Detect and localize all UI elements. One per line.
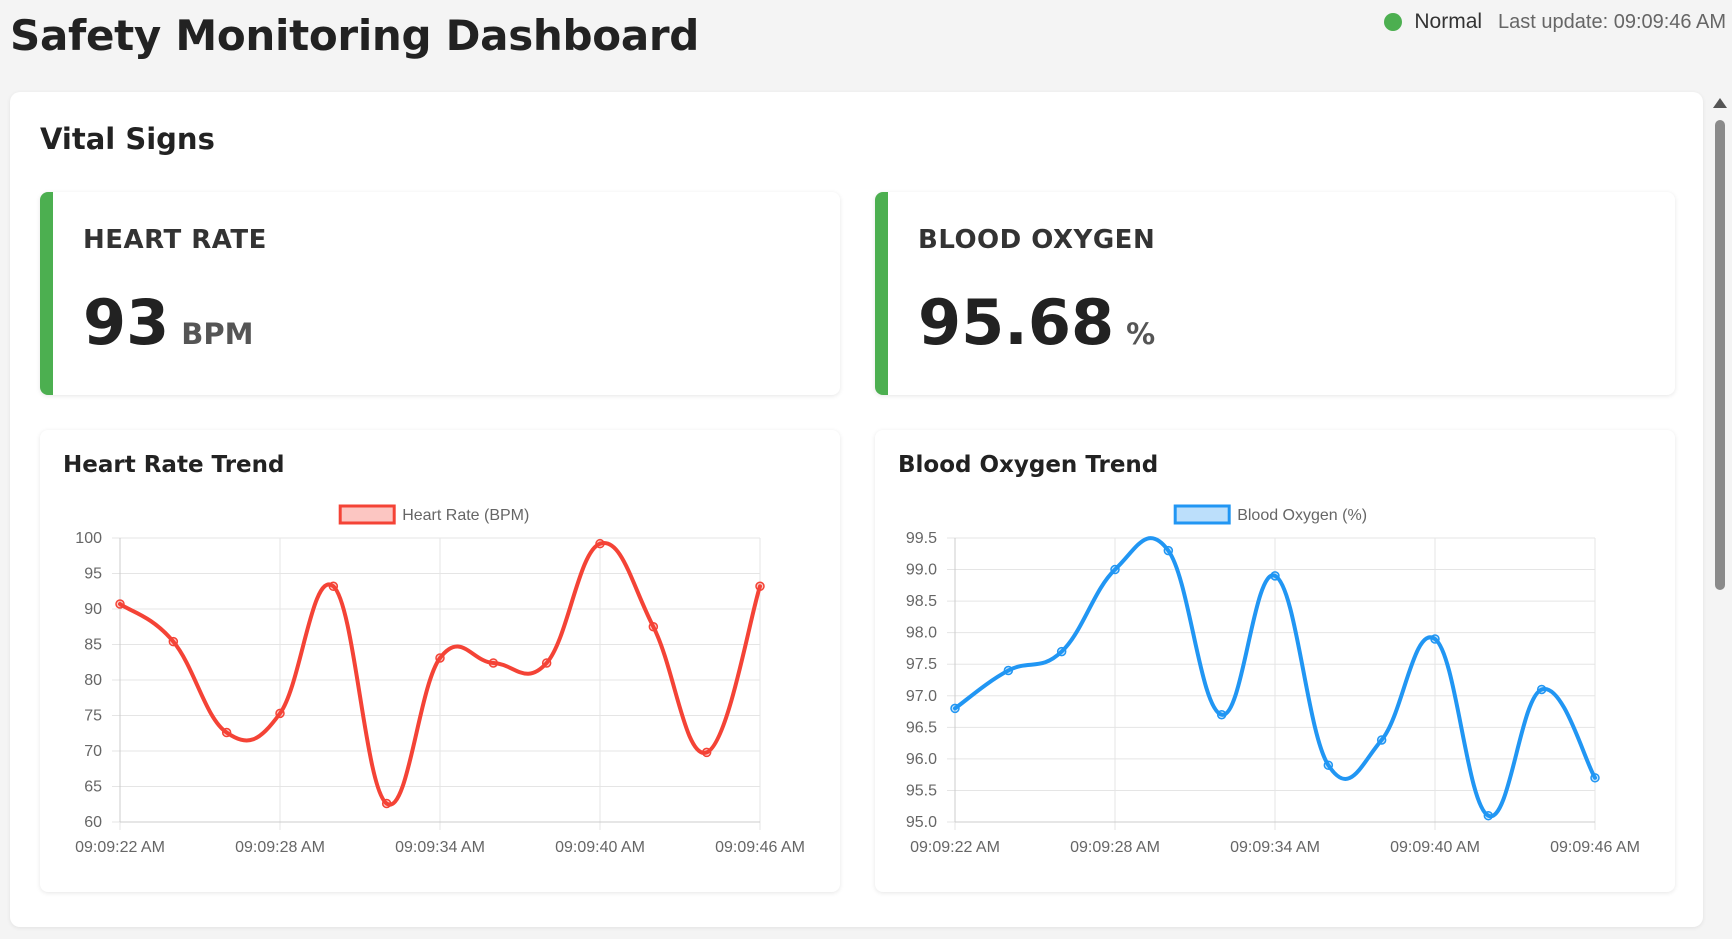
- y-tick-label: 95.0: [906, 814, 937, 831]
- blood-oxygen-value: 95.68: [918, 286, 1115, 359]
- y-tick-label: 85: [84, 637, 102, 654]
- blood-oxygen-unit: %: [1126, 317, 1156, 351]
- data-point[interactable]: [1536, 684, 1547, 695]
- data-point[interactable]: [381, 798, 392, 809]
- y-tick-label: 65: [84, 779, 102, 796]
- x-tick-label: 09:09:22 AM: [910, 839, 1000, 856]
- y-tick-label: 95: [84, 566, 102, 583]
- data-point[interactable]: [1590, 773, 1600, 783]
- y-tick-label: 75: [84, 708, 102, 725]
- last-update-timestamp: Last update: 09:09:46 AM: [1498, 10, 1726, 33]
- data-point[interactable]: [755, 581, 765, 592]
- x-tick-label: 09:09:34 AM: [1230, 839, 1320, 856]
- x-tick-label: 09:09:28 AM: [235, 839, 325, 856]
- y-tick-label: 100: [75, 530, 102, 547]
- y-tick-label: 70: [84, 743, 102, 760]
- data-point[interactable]: [595, 538, 605, 549]
- data-point[interactable]: [168, 636, 179, 647]
- x-tick-label: 09:09:22 AM: [75, 839, 165, 856]
- header: Safety Monitoring Dashboard Normal Last …: [0, 0, 1732, 90]
- data-point[interactable]: [1163, 545, 1174, 556]
- blood-oxygen-chart: Blood Oxygen (%) 95.0 95.5 96.0 96.5 97.0 97.5…: [906, 504, 1640, 856]
- data-point[interactable]: [1323, 760, 1334, 770]
- heart-rate-label: HEART RATE: [83, 225, 267, 255]
- data-point[interactable]: [115, 599, 125, 609]
- blood-oxygen-label: BLOOD OXYGEN: [918, 225, 1156, 255]
- page-title: Safety Monitoring Dashboard: [10, 11, 700, 60]
- data-point[interactable]: [1003, 665, 1014, 676]
- scrollbar[interactable]: [1706, 92, 1732, 939]
- heart-rate-unit: BPM: [181, 317, 254, 351]
- y-tick-label: 98.0: [906, 625, 937, 642]
- scroll-up-arrow-icon[interactable]: [1713, 98, 1727, 108]
- x-tick-label: 09:09:46 AM: [715, 839, 805, 856]
- data-point[interactable]: [1483, 810, 1494, 821]
- x-tick-label: 09:09:34 AM: [395, 839, 485, 856]
- y-tick-label: 80: [84, 672, 102, 689]
- heart-rate-reading: 93 BPM: [83, 292, 254, 354]
- legend-label[interactable]: Heart Rate (BPM): [402, 507, 529, 524]
- data-point[interactable]: [1430, 634, 1440, 644]
- status-area: Normal Last update: 09:09:46 AM: [1384, 8, 1726, 36]
- data-point[interactable]: [328, 581, 339, 592]
- data-point[interactable]: [1376, 735, 1387, 745]
- blood-oxygen-card: BLOOD OXYGEN 95.68 %: [875, 192, 1675, 395]
- x-tick-label: 09:09:46 AM: [1550, 839, 1640, 856]
- data-point[interactable]: [1216, 709, 1227, 720]
- data-point[interactable]: [275, 708, 285, 719]
- y-tick-label: 96.0: [906, 751, 937, 768]
- data-point[interactable]: [950, 703, 960, 714]
- vital-signs-panel: Vital Signs HEART RATE 93 BPM BLOOD OXYG…: [10, 92, 1703, 927]
- data-point[interactable]: [488, 658, 499, 668]
- data-point[interactable]: [1270, 571, 1280, 581]
- y-tick-label: 97.0: [906, 688, 937, 705]
- heart-rate-value: 93: [83, 286, 170, 359]
- x-tick-label: 09:09:40 AM: [555, 839, 645, 856]
- x-tick-label: 09:09:28 AM: [1070, 839, 1160, 856]
- blood-oxygen-chart-card: Blood Oxygen Trend Blood Oxygen (%) 95.0 9…: [875, 430, 1675, 892]
- status-text: Normal: [1414, 10, 1483, 33]
- heart-rate-card: HEART RATE 93 BPM: [40, 192, 840, 395]
- y-tick-label: 60: [84, 814, 102, 831]
- scrollbar-thumb[interactable]: [1715, 120, 1725, 590]
- y-tick-label: 96.5: [906, 719, 937, 736]
- legend-swatch[interactable]: [1173, 504, 1231, 525]
- data-point[interactable]: [648, 622, 659, 632]
- y-tick-label: 90: [84, 601, 102, 618]
- section-title: Vital Signs: [40, 122, 215, 156]
- y-tick-label: 99.5: [906, 530, 937, 547]
- y-tick-label: 97.5: [906, 656, 937, 673]
- data-point[interactable]: [435, 653, 445, 663]
- y-tick-label: 99.0: [906, 562, 937, 579]
- data-point[interactable]: [541, 658, 552, 668]
- data-point[interactable]: [221, 727, 232, 738]
- heart-rate-chart: Heart Rate (BPM) 60 65 70 75 80 85 90 95 100 09:09…: [75, 504, 805, 856]
- blood-oxygen-reading: 95.68 %: [918, 292, 1155, 354]
- legend-label[interactable]: Blood Oxygen (%): [1237, 507, 1367, 524]
- legend-swatch[interactable]: [338, 504, 396, 525]
- data-point[interactable]: [701, 747, 712, 758]
- x-tick-label: 09:09:40 AM: [1390, 839, 1480, 856]
- data-point[interactable]: [1110, 564, 1120, 575]
- y-tick-label: 95.5: [906, 782, 937, 799]
- data-point[interactable]: [1056, 646, 1067, 657]
- y-tick-label: 98.5: [906, 593, 937, 610]
- heart-rate-chart-card: Heart Rate Trend Heart Rate (BPM) 60 65 70 7…: [40, 430, 840, 892]
- status-indicator-icon: [1384, 13, 1403, 31]
